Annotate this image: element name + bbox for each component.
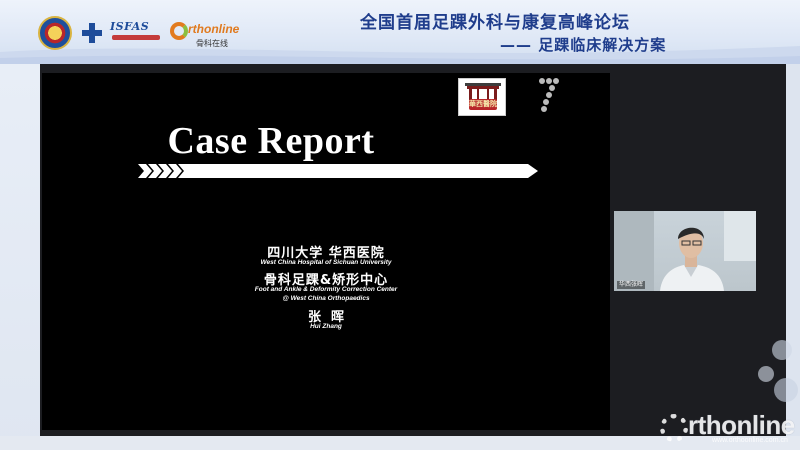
watermark-ring-icon: [660, 414, 688, 442]
author-name-en: Hui Zhang: [310, 323, 342, 330]
orthonline-ring-icon: [170, 22, 188, 40]
orthonline-logo-cn: 骨科在线: [196, 39, 228, 48]
orthonline-watermark-icon: rthonline www.orthoonline.com.cn: [660, 410, 800, 446]
left-decoration: [0, 64, 40, 450]
slide-mark-icon: [539, 78, 559, 112]
conference-title: 全国首届足踝外科与康复高峰论坛: [360, 13, 630, 33]
badge-text: 華西醫院: [469, 100, 497, 108]
speaker-video-tile[interactable]: 华西张晖: [614, 211, 756, 291]
hospital-name-en: West China Hospital of Sichuan Universit…: [260, 259, 392, 266]
isfas-logo-icon: ISFAS: [104, 18, 164, 46]
medical-cross-icon: [82, 23, 102, 43]
bubbles-decoration: [758, 340, 798, 402]
shared-slide: 華西醫院 Case Report 四川大学 华西医院 West China Ho…: [42, 73, 610, 430]
isfas-logo-text: ISFAS: [110, 20, 150, 33]
orthonline-logo-word: rthonline: [188, 22, 240, 36]
center-name-en-line2: @ West China Orthopaedics: [282, 295, 370, 302]
conference-banner: ISFAS rthonline 骨科在线 全国首届足踝外科与康复高峰论坛 —— …: [0, 0, 800, 64]
speaker-avatar: [660, 227, 724, 291]
hospital-emblem-icon: [38, 16, 72, 50]
center-name-en-line1: Foot and Ankle & Deformity Correction Ce…: [254, 286, 398, 293]
participant-name-label: 华西张晖: [617, 281, 646, 289]
isfas-logo-bar: [112, 35, 160, 40]
conference-subtitle: —— 足踝临床解决方案: [500, 36, 667, 54]
west-china-gate-icon: 華西醫院: [458, 78, 506, 116]
slide-title: Case Report: [167, 120, 375, 162]
orthonline-logo-icon: rthonline 骨科在线: [170, 20, 244, 48]
watermark-url: www.orthoonline.com.cn: [712, 437, 788, 444]
badge-red-plate: 華西醫院: [469, 99, 497, 110]
arrow-chevron-icon: [138, 164, 538, 178]
